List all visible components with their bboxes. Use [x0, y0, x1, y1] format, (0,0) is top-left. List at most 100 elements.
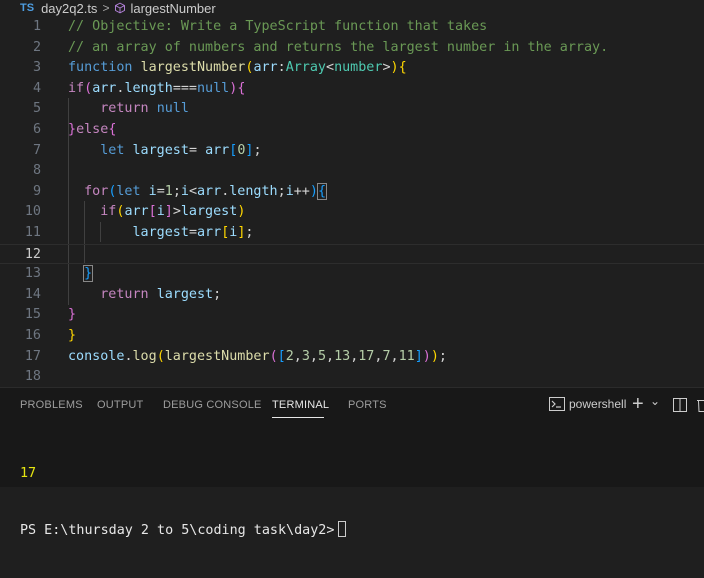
- code-token: <: [188, 183, 197, 199]
- code-line[interactable]: 3 function largestNumber(arr:Array<number…: [0, 58, 704, 79]
- code-token: ]: [414, 348, 423, 364]
- code-token: }: [68, 307, 77, 323]
- code-token: largestNumber: [140, 60, 246, 76]
- code-token: largest: [132, 225, 189, 240]
- shell-label: powershell: [569, 397, 627, 411]
- code-line[interactable]: 8: [0, 161, 704, 182]
- tab-terminal[interactable]: TERMINAL: [272, 399, 329, 411]
- line-number: 18: [24, 369, 41, 385]
- terminal-selector[interactable]: powershell: [549, 397, 626, 411]
- panel-tabs: PROBLEMS OUTPUT DEBUG CONSOLE TERMINAL P…: [0, 388, 704, 424]
- code-text: }: [68, 305, 76, 326]
- chevron-down-icon[interactable]: ⌄: [650, 394, 660, 408]
- code-token: {: [108, 122, 117, 137]
- breadcrumb-file[interactable]: day2q2.ts: [41, 1, 97, 16]
- code-line[interactable]: 6}else{: [0, 120, 704, 141]
- code-line[interactable]: 7 let largest= arr[0];: [0, 141, 704, 162]
- line-number: 17: [24, 348, 41, 364]
- code-line[interactable]: 9 for(let i=1;i<arr.length;i++){: [0, 182, 704, 203]
- code-text: }: [68, 264, 94, 285]
- code-line[interactable]: 13 }: [0, 264, 704, 285]
- code-token: largestNumber: [164, 348, 270, 364]
- line-number: 2: [32, 39, 41, 55]
- code-line[interactable]: 5 return null: [0, 99, 704, 120]
- code-line[interactable]: 4 if(arr.length===null){: [0, 79, 704, 100]
- code-token: ;: [245, 225, 254, 240]
- code-line[interactable]: 11 largest=arr[i];: [0, 223, 704, 244]
- code-token: // Objective: Write a TypeScript functio…: [68, 19, 488, 34]
- bottom-panel: PROBLEMS OUTPUT DEBUG CONSOLE TERMINAL P…: [0, 388, 704, 538]
- line-number: 14: [24, 286, 41, 302]
- code-line[interactable]: 18: [0, 367, 704, 388]
- code-line[interactable]: 14 return largest;: [0, 285, 704, 306]
- code-line[interactable]: 15}: [0, 305, 704, 326]
- code-token: [: [277, 348, 286, 364]
- active-tab-indicator: [272, 417, 324, 418]
- code-token: arr: [197, 183, 222, 199]
- code-line[interactable]: 16}: [0, 326, 704, 347]
- typescript-file-icon: TS: [20, 2, 35, 14]
- code-token: ;: [213, 286, 222, 302]
- code-token: =: [156, 183, 165, 199]
- tab-debug-console[interactable]: DEBUG CONSOLE: [163, 399, 262, 411]
- code-token: if: [100, 204, 117, 220]
- code-text: let largest= arr[0];: [68, 141, 261, 162]
- code-token: else: [76, 122, 109, 137]
- code-token: arr: [124, 204, 149, 220]
- tab-output[interactable]: OUTPUT: [97, 399, 143, 411]
- terminal-output[interactable]: 17 PS E:\thursday 2 to 5\coding task\day…: [20, 426, 347, 578]
- split-terminal-icon[interactable]: [673, 398, 687, 412]
- line-number: 10: [24, 204, 41, 220]
- code-token: i: [148, 183, 157, 199]
- code-token: <: [326, 60, 335, 76]
- trash-icon[interactable]: [697, 398, 704, 412]
- code-text: }: [68, 326, 76, 347]
- tab-ports[interactable]: PORTS: [348, 399, 387, 411]
- code-line[interactable]: 10 if(arr[i]>largest): [0, 202, 704, 223]
- code-line[interactable]: 17 console.log(largestNumber([2,3,5,13,17…: [0, 347, 704, 368]
- line-number: 9: [32, 183, 41, 199]
- code-token: Array: [285, 60, 326, 76]
- code-token: return: [100, 101, 157, 117]
- code-token: >: [382, 60, 391, 76]
- breadcrumb: TS day2q2.ts > largestNumber: [0, 0, 704, 16]
- code-token: ): [309, 183, 318, 199]
- code-token: // an array of numbers and returns the l…: [68, 39, 609, 55]
- code-token: 17: [358, 348, 375, 364]
- code-token: =: [188, 142, 206, 158]
- code-text: if(arr[i]>largest): [68, 202, 245, 223]
- code-text: for(let i=1;i<arr.length;i++){: [68, 182, 328, 203]
- line-number: 6: [32, 122, 41, 137]
- code-line[interactable]: 1 // Objective: Write a TypeScript functi…: [0, 17, 704, 38]
- code-token: ===: [172, 80, 197, 96]
- code-text: return null: [68, 99, 189, 120]
- code-token: i: [180, 183, 189, 199]
- code-token: 13: [334, 348, 351, 364]
- code-token: log: [132, 348, 157, 364]
- code-token: length: [124, 80, 173, 96]
- symbol-method-icon: [115, 2, 126, 14]
- code-text: return largest;: [68, 285, 221, 306]
- code-token: largest: [132, 142, 189, 158]
- code-text: // an array of numbers and returns the l…: [68, 38, 608, 59]
- code-token: ,: [326, 348, 335, 364]
- code-line[interactable]: 2 // an array of numbers and returns the …: [0, 38, 704, 59]
- code-token: ++: [293, 183, 310, 199]
- tab-problems[interactable]: PROBLEMS: [20, 399, 83, 411]
- code-token: arr: [205, 142, 230, 158]
- code-editor[interactable]: 1 // Objective: Write a TypeScript functi…: [0, 16, 704, 384]
- code-token: ,: [293, 348, 302, 364]
- code-token: 2: [285, 348, 294, 364]
- code-text: console.log(largestNumber([2,3,5,13,17,7…: [68, 347, 447, 368]
- code-token: for: [84, 183, 109, 199]
- plus-icon[interactable]: +: [632, 393, 644, 416]
- code-token: ,: [390, 348, 399, 364]
- code-line[interactable]: 12: [0, 243, 704, 265]
- code-token: ]: [164, 204, 173, 220]
- code-token: length: [229, 183, 278, 199]
- breadcrumb-symbol[interactable]: largestNumber: [130, 1, 215, 16]
